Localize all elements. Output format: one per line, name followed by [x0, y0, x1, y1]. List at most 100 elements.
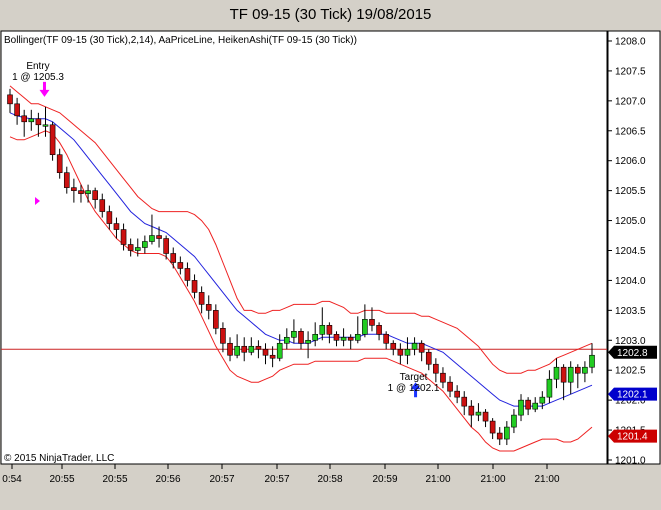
x-tick-label: 20:55 — [102, 474, 127, 485]
candle-body — [28, 118, 35, 123]
x-tick-label: 0:54 — [2, 474, 22, 485]
candle-body — [92, 190, 98, 200]
candle-body — [213, 310, 219, 329]
entry-title: Entry — [26, 61, 49, 72]
candle-body — [496, 432, 503, 440]
candle-body — [397, 348, 404, 356]
candle-body — [184, 268, 191, 281]
candle-body — [205, 304, 212, 311]
candle-body — [71, 187, 77, 191]
x-tick-label: 21:00 — [480, 474, 505, 485]
candle-body — [369, 319, 375, 326]
chart-area[interactable]: 1201.01201.51202.01202.51203.01203.51204… — [0, 0, 661, 510]
y-tick-label: 1206.5 — [615, 126, 646, 137]
price-tag-red: 1201.4 — [608, 429, 657, 443]
price-tag-label: 1201.4 — [617, 432, 648, 443]
candle-body — [198, 292, 205, 305]
candle-body — [220, 328, 226, 344]
candle-body — [120, 229, 127, 245]
time-axis[interactable] — [1, 465, 660, 509]
price-tag-blue: 1202.1 — [608, 387, 657, 401]
candle-body — [227, 342, 233, 356]
y-tick-label: 1207.5 — [615, 66, 646, 77]
candle-body — [78, 190, 84, 194]
candle-body — [170, 253, 177, 263]
candle-body — [340, 336, 347, 341]
candle-body — [582, 366, 588, 374]
candle-body — [553, 366, 560, 380]
candle-body — [411, 342, 418, 350]
candle-body — [532, 402, 539, 410]
candle-body — [49, 124, 56, 156]
entry-detail: 1 @ 1205.3 — [12, 72, 64, 83]
x-tick-label: 20:58 — [317, 474, 342, 485]
y-tick-label: 1206.0 — [615, 156, 646, 167]
candle-body — [319, 325, 326, 335]
candle-body — [482, 411, 489, 422]
candle-body — [127, 244, 134, 251]
y-tick-label: 1205.5 — [615, 186, 646, 197]
candle-body — [418, 342, 425, 353]
candle-body — [589, 354, 595, 368]
candle-body — [354, 333, 361, 341]
y-tick-label: 1207.0 — [615, 96, 646, 107]
candle-body — [560, 366, 567, 383]
candle-body — [347, 336, 354, 341]
candle-body — [305, 339, 311, 344]
candle-body — [241, 345, 248, 353]
candle-body — [234, 345, 240, 356]
candle-body — [326, 325, 333, 335]
candle-body — [42, 124, 49, 127]
candle-body — [383, 333, 389, 344]
candle-body — [333, 333, 340, 341]
candle-body — [525, 399, 531, 410]
candle-body — [142, 241, 148, 248]
y-tick-label: 1201.0 — [615, 456, 646, 467]
candle-body — [149, 235, 155, 242]
copyright-text: © 2015 NinjaTrader, LLC — [4, 453, 114, 464]
plot-background — [0, 30, 608, 465]
candle-body — [284, 336, 290, 344]
x-tick-label: 21:00 — [534, 474, 559, 485]
indicators-label: Bollinger(TF 09-15 (30 Tick),2,14), AaPr… — [4, 35, 357, 46]
candle-body — [454, 390, 460, 398]
candle-body — [390, 342, 397, 350]
candle-body — [362, 319, 368, 335]
price-tag-label: 1202.1 — [617, 390, 648, 401]
x-tick-label: 20:57 — [209, 474, 234, 485]
candle-body — [248, 345, 255, 353]
candle-body — [35, 118, 42, 126]
candle-body — [489, 420, 496, 434]
candle-body — [7, 94, 13, 105]
y-tick-label: 1204.0 — [615, 276, 646, 287]
y-tick-label: 1205.0 — [615, 216, 646, 227]
y-tick-label: 1208.0 — [615, 36, 646, 47]
candle-body — [156, 235, 162, 239]
x-tick-label: 20:59 — [372, 474, 397, 485]
candle-body — [262, 348, 269, 356]
target-detail: 1 @ 1202.1 — [388, 383, 440, 394]
candle-body — [546, 378, 553, 398]
candle-body — [191, 280, 198, 293]
candle-body — [468, 405, 475, 416]
candle-body — [276, 342, 283, 359]
candle-down — [49, 121, 56, 161]
candle-body — [99, 199, 106, 212]
candle-body — [539, 396, 546, 404]
candle-body — [440, 372, 446, 383]
candle-body — [85, 190, 91, 194]
candle-body — [475, 411, 482, 416]
candle-body — [14, 103, 20, 117]
x-tick-label: 20:56 — [155, 474, 180, 485]
candle-body — [376, 325, 382, 335]
candle-body — [106, 211, 113, 224]
candle-body — [447, 381, 453, 392]
candle-body — [425, 351, 432, 365]
candle-body — [63, 172, 70, 188]
candle-body — [177, 262, 184, 269]
price-tag-current: 1202.8 — [608, 345, 657, 359]
x-tick-label: 21:00 — [425, 474, 450, 485]
candle-body — [56, 154, 63, 173]
candle-body — [567, 366, 574, 383]
candle-body — [113, 223, 120, 230]
